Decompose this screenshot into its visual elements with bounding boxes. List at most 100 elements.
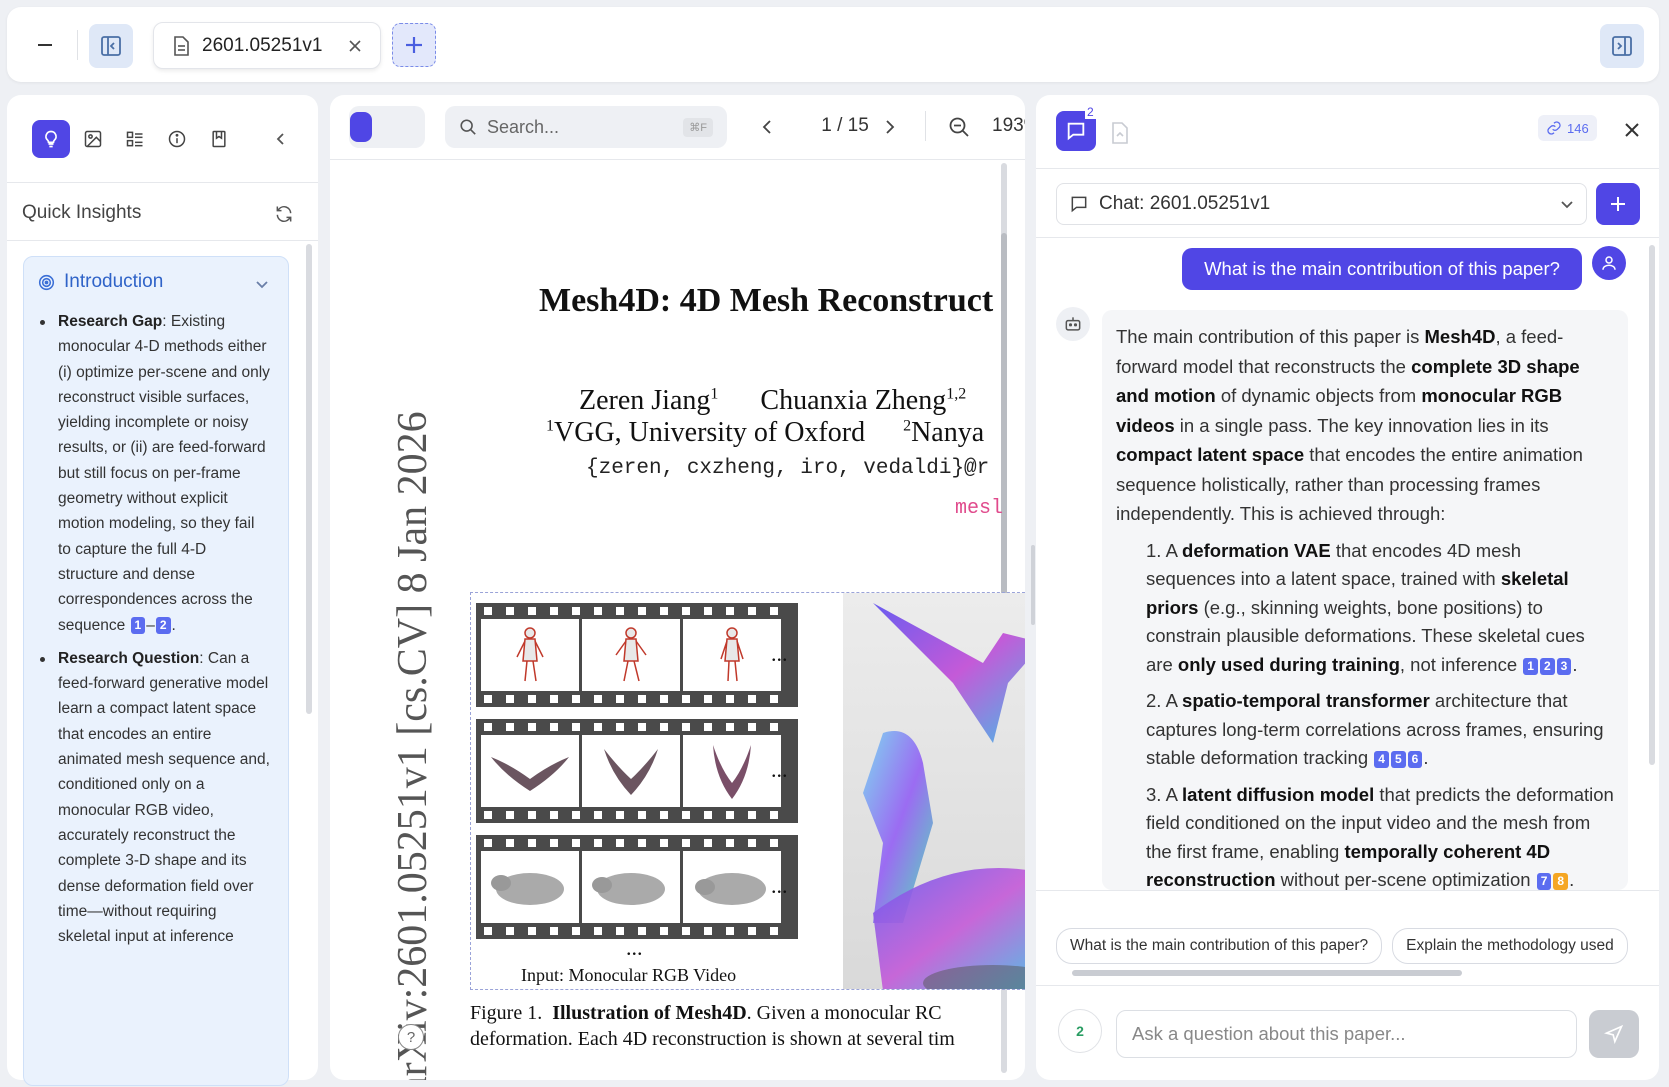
link-count-badge[interactable]: 146 — [1538, 115, 1597, 141]
section-header[interactable]: Introduction — [38, 271, 163, 293]
refresh-icon — [276, 205, 292, 223]
user-icon — [1602, 256, 1616, 270]
video-frame — [481, 619, 579, 691]
new-tab-button[interactable] — [392, 23, 436, 67]
tab-label: 2601.05251v1 — [202, 34, 323, 56]
right-panel-toggle-button[interactable] — [1600, 24, 1644, 68]
figure-ellipsis: ... — [771, 757, 788, 782]
info-tab[interactable] — [158, 120, 196, 158]
help-button[interactable]: ? — [398, 1024, 424, 1050]
video-frame — [481, 735, 579, 807]
mesh-render — [843, 593, 1025, 989]
citation-badge[interactable]: 4 — [1374, 751, 1389, 768]
document-icon[interactable] — [1110, 122, 1130, 144]
suggestion-chip[interactable]: What is the main contribution of this pa… — [1056, 928, 1383, 964]
minus-icon — [38, 44, 52, 46]
horizontal-scrollbar[interactable] — [1072, 970, 1462, 976]
scrollbar[interactable] — [1649, 245, 1655, 765]
toggle-knob — [350, 112, 372, 142]
chevron-left-icon — [276, 133, 284, 145]
close-icon[interactable] — [348, 39, 362, 53]
zoom-level[interactable]: 193% — [992, 115, 1025, 137]
divider — [1036, 985, 1659, 986]
paper-affiliations: 1VGG, University of Oxford 2Nanya — [546, 417, 985, 448]
chat-session-select[interactable]: Chat: 2601.05251v1 — [1056, 183, 1587, 225]
citation-badge[interactable]: 2 — [1539, 657, 1555, 675]
page-indicator[interactable]: 1 / 15 — [803, 115, 887, 137]
video-frame — [582, 851, 680, 923]
citation-badge[interactable]: 7 — [1536, 873, 1552, 890]
left-toolbar — [32, 120, 238, 158]
figures-tab[interactable] — [74, 120, 112, 158]
refresh-button[interactable] — [272, 202, 296, 226]
sidebar-toggle-button[interactable] — [89, 24, 133, 68]
list-item: Research Question: Can a feed-forward ge… — [40, 646, 270, 950]
sidebar-right-icon — [1612, 36, 1632, 56]
assistant-avatar — [1056, 307, 1090, 341]
user-avatar — [1592, 246, 1626, 280]
video-frame — [582, 735, 680, 807]
citation-badge[interactable]: 6 — [1407, 751, 1423, 768]
video-frame — [683, 619, 781, 691]
scrollbar-track[interactable] — [306, 244, 312, 714]
minimize-button[interactable] — [28, 28, 62, 62]
citation-badge[interactable]: 8 — [1553, 873, 1569, 890]
panel-resize-handle[interactable] — [1031, 545, 1035, 625]
assistant-message: The main contribution of this paper is M… — [1102, 310, 1628, 890]
divider — [7, 240, 318, 241]
divider — [1036, 890, 1659, 891]
citation-badge[interactable]: 1 — [130, 616, 146, 634]
image-icon — [84, 130, 102, 148]
paper-link[interactable]: mesl — [955, 497, 1003, 520]
insight-section-introduction: Introduction Research Gap: Existing mono… — [23, 256, 289, 1086]
usage-indicator: 2 — [1058, 1009, 1102, 1053]
next-page-icon[interactable] — [881, 118, 899, 136]
outline-tab[interactable] — [116, 120, 154, 158]
chevron-down-icon[interactable] — [255, 277, 269, 291]
new-chat-button[interactable] — [1596, 183, 1640, 225]
paper-title: Mesh4D: 4D Mesh Reconstruct — [539, 282, 994, 319]
collapse-panel-button[interactable] — [270, 128, 292, 150]
close-icon[interactable] — [1624, 122, 1640, 138]
search-shortcut: ⌘F — [683, 117, 713, 137]
search-input[interactable]: Search... — [487, 117, 673, 138]
citation-badge[interactable]: 2 — [155, 616, 171, 634]
figure-1: ... ... ... ... Input: Monocular RGB Vid… — [470, 592, 1025, 990]
pdf-viewer: Search... ⌘F 1 / 15 193% Mesh4D: 4D Mesh… — [330, 95, 1025, 1080]
divider — [330, 159, 1025, 160]
send-button[interactable] — [1589, 1010, 1639, 1058]
user-message: What is the main contribution of this pa… — [1182, 248, 1582, 290]
list-item: 1. A deformation VAE that encodes 4D mes… — [1146, 539, 1585, 675]
chat-session-title: Chat: 2601.05251v1 — [1099, 193, 1271, 214]
mode-toggle[interactable] — [349, 106, 425, 148]
chat-input[interactable]: Ask a question about this paper... — [1116, 1010, 1577, 1058]
list-icon — [126, 131, 143, 147]
prev-page-icon[interactable] — [758, 118, 776, 136]
panel-title: Quick Insights — [22, 202, 142, 223]
list-item: 3. A latent diffusion model that predict… — [1146, 783, 1614, 890]
citation-badge[interactable]: 1 — [1523, 657, 1538, 675]
figure-ellipsis: ... — [771, 873, 788, 898]
chat-icon — [1071, 196, 1087, 213]
video-frame — [683, 851, 781, 923]
figure-input-label: Input: Monocular RGB Video — [521, 965, 737, 985]
arxiv-stamp: arXiv:2601.05251v1 [cs.CV] 8 Jan 2026 — [390, 411, 436, 1080]
bookmarks-tab[interactable] — [200, 120, 238, 158]
divider — [7, 182, 318, 183]
tab-document[interactable]: 2601.05251v1 — [153, 22, 381, 69]
answer-paragraph: The main contribution of this paper is M… — [1116, 326, 1583, 524]
search-icon — [460, 119, 476, 135]
divider — [1036, 237, 1659, 238]
sidebar-left-icon — [101, 36, 121, 56]
bot-icon — [1065, 317, 1081, 331]
divider — [1036, 168, 1659, 169]
divider — [77, 30, 78, 60]
section-title: Introduction — [64, 271, 164, 292]
citation-badge[interactable]: 5 — [1390, 751, 1406, 768]
citation-badge[interactable]: 3 — [1556, 657, 1572, 675]
video-frame — [481, 851, 579, 923]
zoom-out-icon[interactable] — [948, 116, 970, 138]
search-box[interactable]: Search... ⌘F — [445, 106, 727, 148]
suggestion-chip[interactable]: Explain the methodology used — [1392, 928, 1628, 964]
quick-insights-tab[interactable] — [32, 120, 70, 158]
